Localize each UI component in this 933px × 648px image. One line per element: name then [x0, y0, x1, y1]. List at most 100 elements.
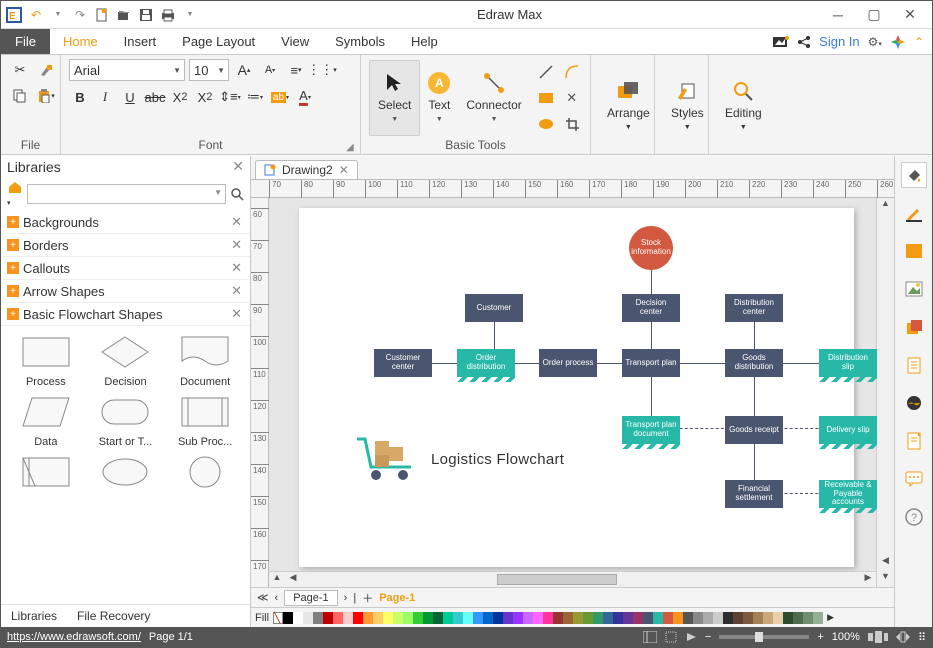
- node-receivable[interactable]: Receivable & Payable accounts: [819, 480, 877, 508]
- new-doc-icon[interactable]: [93, 6, 111, 24]
- expand-icon[interactable]: +: [7, 216, 19, 228]
- node-order-process[interactable]: Order process: [539, 349, 597, 377]
- shape-fill-icon[interactable]: [901, 238, 927, 264]
- arc-shape-icon[interactable]: [562, 62, 582, 82]
- layers-icon[interactable]: [901, 314, 927, 340]
- no-fill-swatch[interactable]: ╲: [273, 612, 283, 624]
- library-category[interactable]: +Borders✕: [1, 234, 250, 257]
- help-icon[interactable]: ?: [901, 504, 927, 530]
- rect-shape-icon[interactable]: [536, 88, 556, 108]
- redo-icon[interactable]: ↷: [71, 6, 89, 24]
- color-swatch[interactable]: [553, 612, 563, 624]
- library-category[interactable]: +Callouts✕: [1, 257, 250, 280]
- page-prev-icon[interactable]: ‹: [275, 592, 279, 604]
- image-icon[interactable]: [901, 276, 927, 302]
- tab-help[interactable]: Help: [398, 29, 451, 54]
- color-swatch[interactable]: [733, 612, 743, 624]
- horizontal-scrollbar[interactable]: ▲ ◀ ▶: [269, 571, 876, 587]
- node-customer[interactable]: Customer: [465, 294, 523, 322]
- align-dropdown-icon[interactable]: ≡▾: [285, 59, 307, 81]
- more-colors-icon[interactable]: ▶: [827, 612, 834, 623]
- color-swatch[interactable]: [543, 612, 553, 624]
- color-swatch[interactable]: [643, 612, 653, 624]
- distribute-icon[interactable]: ⋮⋮▾: [311, 59, 333, 81]
- color-swatch[interactable]: [533, 612, 543, 624]
- page-tab-1b[interactable]: Page-1: [379, 592, 415, 604]
- grow-font-icon[interactable]: A▴: [233, 59, 255, 81]
- drawing-page[interactable]: Stock information Customer Decision cent…: [299, 208, 854, 567]
- underline-icon[interactable]: U: [119, 86, 141, 108]
- picture-export-icon[interactable]: [773, 35, 789, 49]
- copy-icon[interactable]: [9, 85, 31, 107]
- color-swatch[interactable]: [393, 612, 403, 624]
- color-swatch[interactable]: [573, 612, 583, 624]
- edraw-cloud-icon[interactable]: [890, 34, 906, 50]
- libraries-close-icon[interactable]: ✕: [232, 158, 244, 175]
- editing-button[interactable]: Editing▼: [717, 68, 770, 144]
- color-swatch[interactable]: [503, 612, 513, 624]
- color-swatch[interactable]: [343, 612, 353, 624]
- expand-icon[interactable]: +: [7, 285, 19, 297]
- status-url-link[interactable]: https://www.edrawsoft.com/: [7, 631, 141, 643]
- collapse-ribbon-icon[interactable]: ⌃: [914, 35, 924, 49]
- color-swatch[interactable]: [773, 612, 783, 624]
- node-goods-distribution[interactable]: Goods distribution: [725, 349, 783, 377]
- expand-icon[interactable]: +: [7, 262, 19, 274]
- zoom-slider[interactable]: [719, 635, 809, 639]
- color-swatch[interactable]: [783, 612, 793, 624]
- libraries-search-icon[interactable]: [230, 187, 244, 201]
- category-close-icon[interactable]: ✕: [231, 283, 242, 299]
- libraries-tab[interactable]: Libraries: [1, 605, 67, 627]
- tab-page-layout[interactable]: Page Layout: [169, 29, 268, 54]
- shape-stencil[interactable]: Decision: [87, 332, 165, 388]
- color-swatch[interactable]: [293, 612, 303, 624]
- paste-icon[interactable]: ▾: [35, 85, 57, 107]
- node-transport-plan[interactable]: Transport plan: [622, 349, 680, 377]
- color-swatch[interactable]: [463, 612, 473, 624]
- color-swatch[interactable]: [793, 612, 803, 624]
- libraries-home-icon[interactable]: ▾: [7, 180, 23, 208]
- color-swatch[interactable]: [683, 612, 693, 624]
- comments-icon[interactable]: [901, 466, 927, 492]
- text-tool[interactable]: A Text ▼: [420, 60, 458, 136]
- view-mode-1-icon[interactable]: [643, 631, 657, 643]
- file-recovery-tab[interactable]: File Recovery: [67, 605, 160, 627]
- highlight-icon[interactable]: ab▾: [269, 86, 291, 108]
- tab-view[interactable]: View: [268, 29, 322, 54]
- color-swatch[interactable]: [443, 612, 453, 624]
- node-stock[interactable]: Stock information: [629, 226, 673, 270]
- save-icon[interactable]: [137, 6, 155, 24]
- color-swatch[interactable]: [453, 612, 463, 624]
- color-swatch[interactable]: [703, 612, 713, 624]
- node-decision-center[interactable]: Decision center: [622, 294, 680, 322]
- color-swatch[interactable]: [743, 612, 753, 624]
- node-order-distribution[interactable]: Order distribution: [457, 349, 515, 377]
- library-category[interactable]: +Arrow Shapes✕: [1, 280, 250, 303]
- library-category[interactable]: +Backgrounds✕: [1, 211, 250, 234]
- color-swatch[interactable]: [433, 612, 443, 624]
- cancel-shape-icon[interactable]: ✕: [562, 88, 582, 108]
- category-close-icon[interactable]: ✕: [231, 260, 242, 276]
- expand-icon[interactable]: +: [7, 308, 19, 320]
- node-financial-settlement[interactable]: Financial settlement: [725, 480, 783, 508]
- notes-icon[interactable]: [901, 428, 927, 454]
- italic-icon[interactable]: I: [94, 86, 116, 108]
- color-swatch[interactable]: [353, 612, 363, 624]
- node-transport-plan-doc[interactable]: Transport plan document: [622, 416, 680, 444]
- color-swatch[interactable]: [423, 612, 433, 624]
- color-swatch[interactable]: [663, 612, 673, 624]
- superscript-icon[interactable]: X2: [194, 86, 216, 108]
- ellipse-shape-icon[interactable]: [536, 114, 556, 134]
- color-swatch[interactable]: [713, 612, 723, 624]
- fit-width-icon[interactable]: [896, 631, 910, 643]
- connector-tool[interactable]: Connector ▼: [458, 60, 529, 136]
- sign-in-link[interactable]: Sign In: [819, 34, 859, 49]
- pen-icon[interactable]: [901, 200, 927, 226]
- tab-symbols[interactable]: Symbols: [322, 29, 398, 54]
- color-swatch[interactable]: [623, 612, 633, 624]
- color-swatch[interactable]: [383, 612, 393, 624]
- zoom-out-icon[interactable]: −: [705, 631, 711, 643]
- shape-stencil[interactable]: Data: [7, 392, 85, 448]
- gear-icon[interactable]: ⚙▾: [868, 35, 882, 49]
- line-shape-icon[interactable]: [536, 62, 556, 82]
